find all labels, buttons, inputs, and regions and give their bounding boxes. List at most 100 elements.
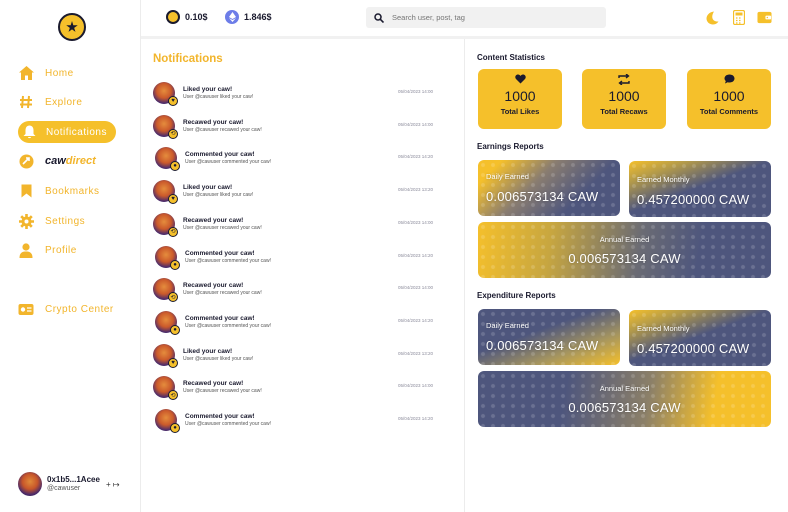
heart-badge-icon: ♥ (168, 357, 178, 368)
logo-star-icon (66, 21, 78, 32)
earnings-daily-card[interactable]: Daily Earned 0.006573134 CAW (478, 160, 620, 216)
card-value: 0.457200000 CAW (637, 341, 750, 356)
notification-text: Recawed your caw! User @cawuser recawed y… (183, 217, 393, 231)
notification-item[interactable]: ⟲ Recawed your caw! User @cawuser recawed … (153, 373, 453, 401)
avatar[interactable]: ● (155, 310, 180, 335)
card-label: Daily Earned (486, 172, 529, 181)
stat-value: 1000 (608, 88, 640, 104)
avatar[interactable]: ♥ (153, 343, 178, 368)
notification-title: Commented your caw! (185, 413, 255, 420)
stats-panel: Content Statistics 1000 Total Likes 1000… (465, 39, 788, 512)
eth-price: 1.846$ (225, 10, 272, 24)
avatar[interactable]: ⟲ (153, 212, 178, 237)
notification-title: Recawed your caw! (183, 118, 244, 126)
notification-subtitle: User @cawuser recawed your caw! (183, 224, 262, 231)
avatar[interactable]: ⟲ (153, 278, 178, 303)
card-pattern (629, 161, 771, 217)
notification-title: Liked your caw! (183, 86, 233, 93)
notification-item[interactable]: ♥ Liked your caw! User @cawuser liked your… (153, 177, 453, 205)
notification-title: Liked your caw! (183, 184, 233, 192)
expenditure-annual-card[interactable]: Annual Earned 0.006573134 CAW (478, 371, 771, 427)
notification-item[interactable]: ● Commented your caw! User @cawuser commen… (153, 243, 453, 271)
stat-card-comments[interactable]: 1000 Total Comments (687, 69, 771, 129)
user-info: 0x1b5...1Acee @cawuser (47, 475, 100, 493)
recaw-badge-icon: ⟲ (168, 390, 178, 401)
avatar[interactable]: ♥ (153, 180, 178, 205)
notification-item[interactable]: ⟲ Recawed your caw! User @cawuser recawed … (153, 112, 453, 140)
card-label: Annual Earned (599, 235, 650, 244)
stat-value: 1000 (504, 88, 536, 104)
notification-item[interactable]: ● Commented your caw! User @cawuser commen… (153, 406, 453, 434)
notification-item[interactable]: ⟲ Recawed your caw! User @cawuser recawed … (153, 210, 453, 238)
earnings-monthly-card[interactable]: Earned Monthly 0.457200000 CAW (629, 161, 771, 217)
comment-badge-icon: ● (170, 161, 180, 172)
stat-card-likes[interactable]: 1000 Total Likes (478, 69, 562, 129)
notification-subtitle: User @cawuser recawed your caw! (183, 388, 262, 395)
wallet-icon[interactable] (757, 10, 772, 25)
stat-card-recaws[interactable]: 1000 Total Recaws (582, 69, 666, 129)
sidebar-item-bookmarks[interactable]: Bookmarks (18, 180, 100, 202)
notification-item[interactable]: ● Commented your caw! User @cawuser commen… (153, 144, 453, 172)
sidebar-item-crypto-center[interactable]: Crypto Center (18, 298, 114, 320)
heart-badge-icon: ♥ (168, 96, 178, 106)
search-input[interactable] (390, 12, 594, 23)
card-label: Annual Earned (599, 384, 650, 393)
earnings-title: Earnings Reports (477, 142, 544, 151)
sidebar-item-notifications[interactable]: Notifications (18, 121, 116, 143)
avatar[interactable]: ⟲ (153, 376, 178, 401)
search-bar[interactable] (366, 7, 606, 28)
notification-item[interactable]: ♥ Liked your caw! User @cawuser liked your… (153, 341, 453, 369)
notification-item[interactable]: ● Commented your caw! User @cawuser commen… (153, 308, 453, 336)
moon-icon[interactable] (705, 10, 720, 25)
sidebar-item-label: Bookmarks (45, 185, 100, 197)
notifications-title: Notifications (153, 53, 223, 65)
notification-title: Recawed your caw! (183, 282, 244, 290)
heart-badge-icon: ♥ (168, 194, 178, 205)
topbar: 0.10$ 1.846$ (141, 0, 788, 39)
notification-text: Commented your caw! User @cawuser comment… (185, 151, 395, 165)
notification-title: Recawed your caw! (183, 216, 244, 224)
account-actions-icon[interactable]: + ↦ (106, 480, 120, 489)
user-account[interactable]: 0x1b5...1Acee @cawuser + ↦ (18, 472, 120, 496)
notification-time: 05/04/2023 14:20 (397, 252, 433, 258)
notification-time: 05/04/2023 13:20 (397, 187, 433, 193)
notification-item[interactable]: ♥ Liked your caw! User @cawuser liked your… (153, 79, 453, 107)
avatar[interactable]: ● (155, 409, 180, 433)
notification-title: Commented your caw! (185, 151, 255, 159)
sidebar-item-home[interactable]: Home (18, 62, 74, 84)
comment-badge-icon: ● (170, 324, 180, 335)
content-stats-title: Content Statistics (477, 53, 546, 62)
card-pattern (478, 309, 620, 365)
sidebar-item-settings[interactable]: Settings (18, 210, 85, 232)
comment-icon (687, 74, 771, 86)
notification-time: 05/04/2023 14:00 (397, 121, 433, 127)
notification-time: 05/04/2023 14:20 (397, 154, 433, 160)
caw-logo[interactable] (58, 13, 86, 41)
avatar[interactable]: ♥ (153, 82, 178, 106)
avatar[interactable]: ● (155, 245, 180, 270)
cawdirect-icon (18, 153, 34, 169)
earnings-annual-card[interactable]: Annual Earned 0.006573134 CAW (478, 222, 771, 278)
expenditure-daily-card[interactable]: Daily Earned 0.006573134 CAW (478, 309, 620, 365)
expenditure-monthly-card[interactable]: Earned Monthly 0.457200000 CAW (629, 310, 771, 366)
avatar[interactable]: ⟲ (153, 114, 178, 139)
sidebar-item-cawdirect[interactable]: cawdirect (18, 150, 96, 172)
comment-badge-icon: ● (170, 259, 180, 270)
sidebar-item-explore[interactable]: Explore (18, 91, 82, 113)
bookmark-icon (18, 183, 34, 199)
notification-text: Recawed your caw! User @cawuser recawed y… (183, 380, 393, 394)
sidebar-item-profile[interactable]: Profile (18, 239, 77, 261)
recaw-icon (582, 74, 666, 86)
avatar[interactable]: ● (155, 147, 180, 172)
user-handle: @cawuser (47, 485, 81, 492)
notification-subtitle: User @cawuser commented your caw! (185, 257, 271, 264)
avatar (18, 472, 42, 496)
notification-subtitle: User @cawuser commented your caw! (185, 421, 271, 427)
calculator-icon[interactable] (731, 10, 746, 25)
hash-icon (18, 94, 34, 110)
notification-title: Liked your caw! (183, 347, 233, 355)
comment-badge-icon: ● (170, 423, 180, 433)
notification-subtitle: User @cawuser commented your caw! (185, 159, 271, 166)
notification-item[interactable]: ⟲ Recawed your caw! User @cawuser recawed … (153, 275, 453, 303)
heart-icon (478, 74, 562, 86)
